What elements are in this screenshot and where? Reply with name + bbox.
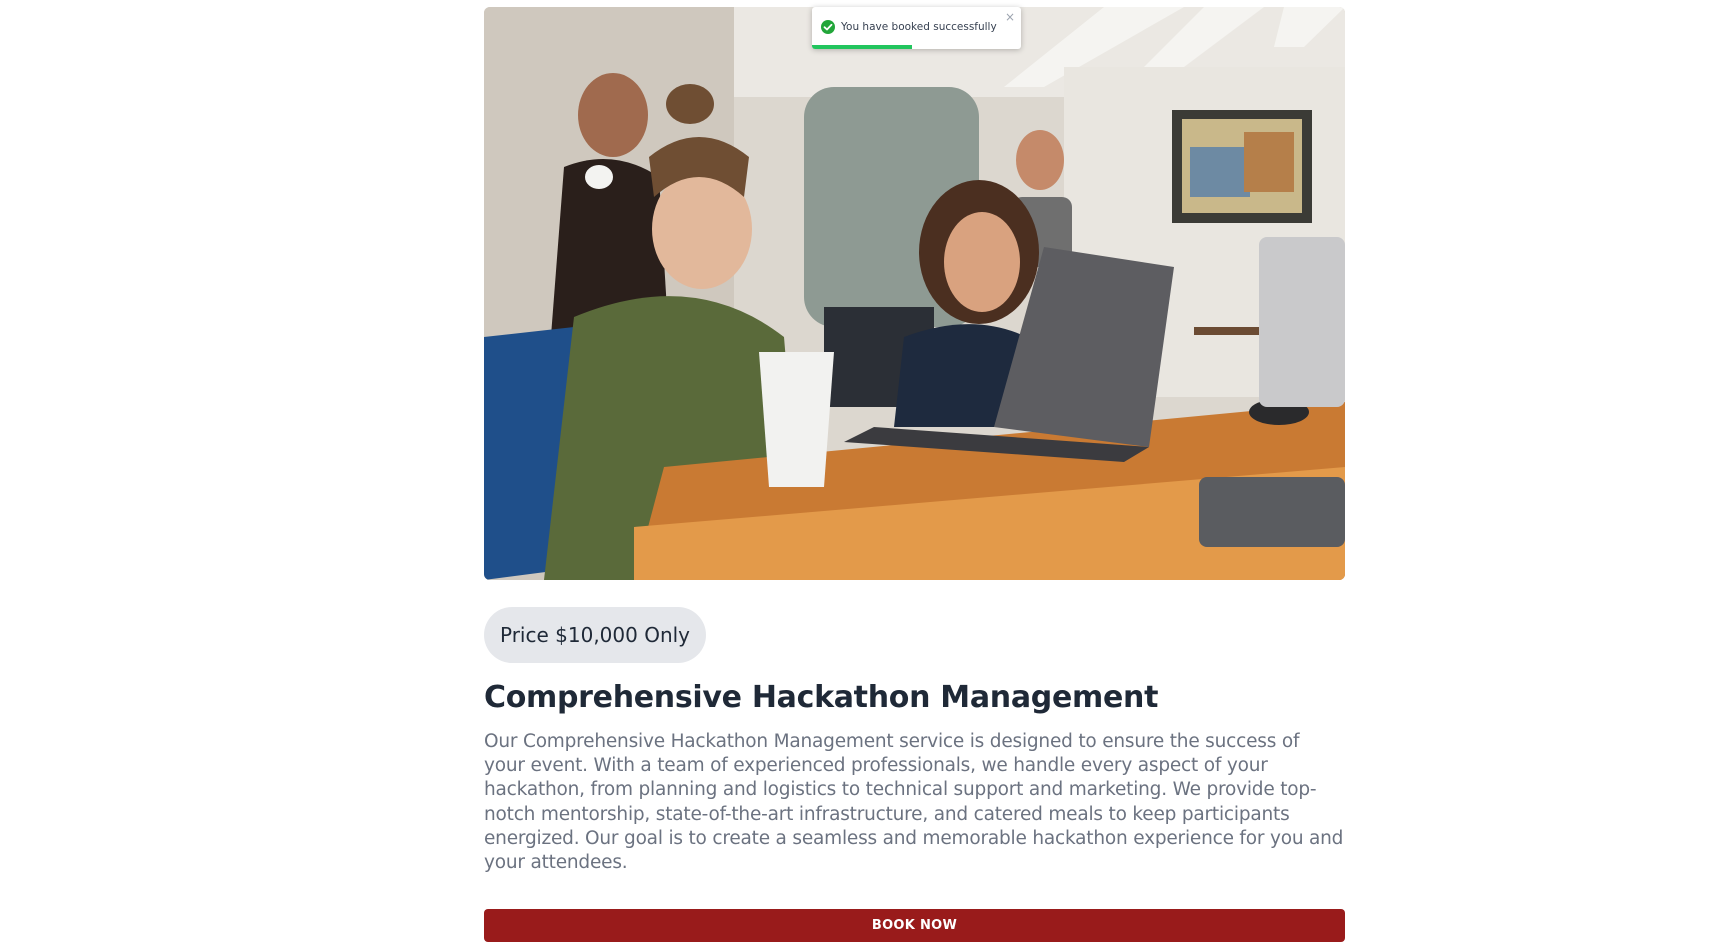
price-badge: Price $10,000 Only: [484, 607, 707, 663]
service-title: Comprehensive Hackathon Management: [484, 680, 1159, 715]
success-toast: You have booked successfully ×: [812, 7, 1021, 49]
service-card: Price $10,000 Only Comprehensive Hackath…: [484, 7, 1345, 942]
book-now-button[interactable]: BOOK NOW: [484, 909, 1345, 942]
toast-message: You have booked successfully: [841, 21, 997, 33]
toast-progress-bar: [812, 45, 913, 49]
hero-image: [484, 7, 1345, 580]
close-icon[interactable]: ×: [1005, 10, 1015, 24]
check-circle-icon: [821, 20, 835, 34]
service-detail-page: Price $10,000 Only Comprehensive Hackath…: [0, 0, 1711, 946]
service-description: Our Comprehensive Hackathon Management s…: [484, 731, 1344, 874]
